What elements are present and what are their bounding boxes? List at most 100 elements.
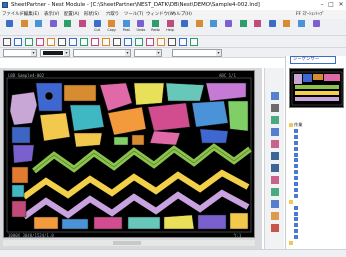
menu-edit[interactable]: 編集(E) bbox=[24, 11, 39, 18]
nested-part[interactable] bbox=[229, 212, 249, 230]
nested-part[interactable] bbox=[33, 216, 59, 230]
export-button[interactable] bbox=[310, 20, 323, 35]
menu-view[interactable]: 表示(V) bbox=[44, 11, 59, 18]
outline-icon[interactable] bbox=[102, 38, 110, 46]
nested-part[interactable] bbox=[131, 134, 145, 146]
nested-part[interactable] bbox=[63, 84, 97, 102]
menu-station[interactable]: FF ｽﾃｰｼｮﾝﾄｯﾌﾟ bbox=[296, 11, 324, 18]
color-combo[interactable]: ▾ bbox=[40, 49, 70, 57]
rotate-icon[interactable] bbox=[25, 38, 33, 46]
nested-part[interactable] bbox=[163, 214, 195, 230]
layer-icon[interactable] bbox=[69, 38, 77, 46]
nested-part[interactable] bbox=[199, 128, 229, 144]
nested-part[interactable] bbox=[133, 82, 165, 106]
parts-button[interactable] bbox=[251, 20, 264, 35]
menu-arrange[interactable]: 配置(A) bbox=[64, 11, 79, 18]
nested-part[interactable] bbox=[69, 104, 105, 132]
nest-icon bbox=[268, 20, 276, 27]
check-icon[interactable] bbox=[135, 38, 143, 46]
select-icon[interactable] bbox=[3, 38, 11, 46]
align-icon[interactable] bbox=[47, 38, 55, 46]
nest-check-button[interactable] bbox=[280, 20, 293, 35]
nested-part[interactable] bbox=[9, 91, 38, 126]
nested-part[interactable] bbox=[113, 136, 129, 146]
help-button[interactable]: Help bbox=[164, 20, 177, 35]
tree-item[interactable] bbox=[289, 240, 294, 246]
nest-button[interactable] bbox=[266, 20, 279, 35]
print-preview-button[interactable] bbox=[61, 20, 74, 35]
table-icon[interactable] bbox=[271, 116, 279, 124]
move-icon[interactable] bbox=[14, 38, 22, 46]
order-icon[interactable] bbox=[146, 38, 154, 46]
nested-part[interactable] bbox=[11, 166, 29, 184]
zoom-out-button[interactable] bbox=[207, 20, 220, 35]
fill-icon[interactable] bbox=[91, 38, 99, 46]
menu-shape[interactable]: 形状(S) bbox=[84, 11, 99, 18]
rotate-a-icon[interactable] bbox=[271, 212, 279, 220]
save-button[interactable] bbox=[32, 20, 45, 35]
nested-part[interactable] bbox=[165, 82, 205, 102]
nested-part[interactable] bbox=[61, 218, 89, 230]
parts-combo[interactable]: ▾ bbox=[172, 49, 222, 57]
print-preview-icon bbox=[64, 20, 72, 27]
copy-a-icon[interactable] bbox=[271, 200, 279, 208]
part-list-icon[interactable] bbox=[271, 104, 279, 112]
mirror-icon[interactable] bbox=[36, 38, 44, 46]
nested-part[interactable] bbox=[11, 126, 31, 144]
new-file-button[interactable] bbox=[3, 20, 16, 35]
scrollbar-thumb[interactable] bbox=[113, 241, 141, 245]
print-button[interactable] bbox=[47, 20, 60, 35]
nested-part[interactable] bbox=[93, 216, 123, 230]
minimize-button[interactable]: – bbox=[318, 1, 326, 9]
menu-hole[interactable]: 穴取り bbox=[106, 11, 119, 18]
tree-item[interactable] bbox=[294, 193, 299, 199]
vector-icon[interactable] bbox=[271, 140, 279, 148]
color-icon[interactable] bbox=[80, 38, 88, 46]
sim-icon[interactable] bbox=[168, 38, 176, 46]
nc-icon[interactable] bbox=[179, 38, 187, 46]
open-folder-button[interactable] bbox=[18, 20, 31, 35]
maximize-button[interactable]: □ bbox=[327, 1, 335, 9]
nested-part[interactable] bbox=[127, 216, 161, 230]
layer-icon[interactable] bbox=[271, 128, 279, 136]
sequencer-tab[interactable]: シーケンサー bbox=[290, 56, 336, 64]
grid-button[interactable] bbox=[222, 20, 235, 35]
report-button[interactable] bbox=[295, 20, 308, 35]
nested-part[interactable] bbox=[11, 200, 27, 218]
nesting-canvas[interactable]: LBD Sample4-002 ABC 1/1 1000X 3048/1524/… bbox=[3, 70, 255, 238]
horizontal-scrollbar[interactable] bbox=[3, 240, 255, 246]
sheet-view-icon[interactable] bbox=[271, 92, 279, 100]
dimension-a-icon[interactable] bbox=[271, 176, 279, 184]
tree-item[interactable] bbox=[294, 234, 299, 240]
move-a-icon[interactable] bbox=[271, 188, 279, 196]
text-a-icon[interactable] bbox=[271, 152, 279, 160]
close-button[interactable]: ✕ bbox=[337, 1, 345, 9]
nested-part[interactable] bbox=[227, 100, 249, 132]
nested-part[interactable] bbox=[197, 214, 227, 230]
delete-icon[interactable] bbox=[271, 224, 279, 232]
sheet-button[interactable] bbox=[237, 20, 250, 35]
nested-part[interactable] bbox=[149, 130, 181, 146]
text-a2-icon[interactable] bbox=[271, 164, 279, 172]
nested-part[interactable] bbox=[12, 144, 35, 164]
size-combo[interactable]: ▾ bbox=[134, 49, 162, 57]
menu-tools[interactable]: ツール(T) bbox=[124, 11, 143, 18]
snap-icon[interactable] bbox=[58, 38, 66, 46]
settings-icon[interactable] bbox=[190, 38, 198, 46]
main-toolbar: Cut Copy Past Undo Redo Help bbox=[0, 19, 346, 36]
nested-part[interactable] bbox=[39, 112, 71, 142]
nested-part[interactable] bbox=[191, 100, 229, 128]
path-icon[interactable] bbox=[157, 38, 165, 46]
line-style-combo[interactable]: ▾ bbox=[3, 49, 37, 57]
menu-help[interactable]: ヘルプ(H) bbox=[172, 11, 192, 18]
drawing-workspace: LBD Sample4-002 ABC 1/1 1000X 3048/1524/… bbox=[0, 68, 262, 249]
zoom-fit-button[interactable] bbox=[178, 20, 191, 35]
menu-file[interactable]: ファイル(F) bbox=[2, 11, 26, 18]
layer-combo[interactable]: ▾ bbox=[73, 49, 131, 57]
nested-part[interactable] bbox=[147, 102, 191, 132]
nested-part[interactable] bbox=[73, 132, 103, 148]
zoom-in-button[interactable] bbox=[193, 20, 206, 35]
nested-part[interactable] bbox=[11, 184, 25, 198]
text-icon[interactable] bbox=[113, 38, 121, 46]
dimension-icon[interactable] bbox=[124, 38, 132, 46]
